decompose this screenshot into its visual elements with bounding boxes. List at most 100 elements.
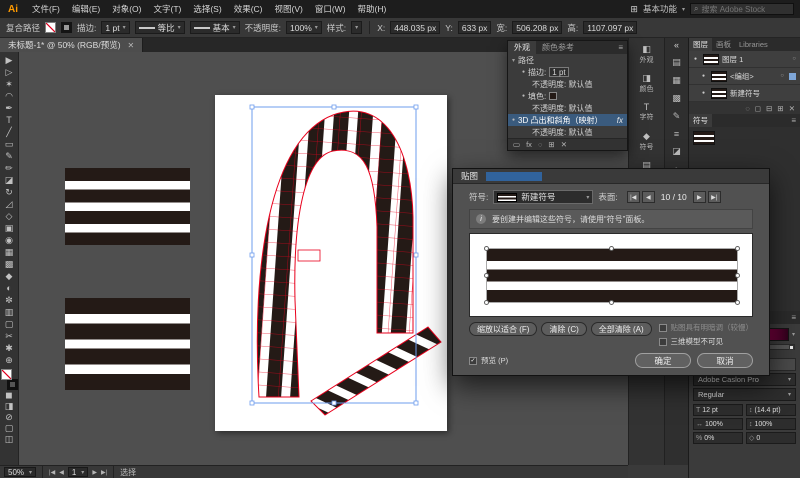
tab-libraries[interactable]: Libraries [735,40,772,49]
make-mask-icon[interactable]: ◻ [755,104,761,113]
striped-artwork-top[interactable] [65,168,190,245]
rectangle-tool[interactable]: ▭ [1,138,18,150]
prev-surface-button[interactable]: ◀ [642,191,655,203]
mapped-3d-artwork[interactable] [215,95,447,431]
fill-none-swatch[interactable] [45,22,56,33]
last-surface-button[interactable]: ▶| [708,191,721,203]
gradient-button[interactable]: ◨ [1,401,18,412]
menu-item[interactable]: 文件(F) [26,3,66,15]
panel-menu-icon[interactable]: ≡ [791,313,800,322]
hand-tool[interactable]: ✱ [1,342,18,354]
style-select[interactable]: ▾ [351,21,362,34]
close-document-icon[interactable]: ✕ [128,41,135,50]
rotate-tool[interactable]: ↻ [1,186,18,198]
workspace-icon[interactable]: ⊞ [630,4,638,15]
mesh-tool[interactable]: ▦ [1,246,18,258]
fill-stroke-indicator[interactable] [1,369,18,390]
menu-item[interactable]: 视图(V) [269,3,309,15]
stock-search[interactable]: ⌕ [690,3,794,15]
stroke-width-box[interactable]: 1 pt [549,67,568,77]
spacing-field[interactable]: % 0% [693,432,743,444]
new-layer-icon[interactable]: ⊞ [777,104,783,113]
handle[interactable] [735,300,740,305]
group-row[interactable]: ● <编组> ○ [689,68,800,85]
font-size-field[interactable]: T 12 pt [693,404,743,416]
zoom-tool[interactable]: ⊕ [1,354,18,366]
pen-tool[interactable]: ✒ [1,102,18,114]
clear-button[interactable]: 清除 (C) [541,322,586,336]
height-field[interactable]: 1107.097 px [583,21,637,34]
opacity-select[interactable]: 100%▾ [286,21,322,34]
delete-item-icon[interactable]: ✕ [561,140,567,149]
expand-panels-icon[interactable]: « [674,40,679,50]
font-style-select[interactable]: Regular ▾ [693,388,796,401]
lasso-tool[interactable]: ◠ [1,90,18,102]
locate-object-icon[interactable]: ◌ [745,104,749,113]
panel-menu-icon[interactable]: ≡ [791,116,800,125]
width-tool[interactable]: ◇ [1,210,18,222]
new-effect-icon[interactable]: fx [526,140,532,149]
next-surface-button[interactable]: ▶ [693,191,706,203]
eyedropper-tool[interactable]: ◆ [1,270,18,282]
layers-panel-icon[interactable]: ▤ [672,57,681,68]
invisible-geometry-checkbox[interactable]: 三维模型不可见 [659,336,754,347]
new-symbol-swatch[interactable] [693,131,715,145]
tab-artboards[interactable]: 画板 [712,39,735,50]
striped-artwork-bottom[interactable] [65,298,190,390]
slice-tool[interactable]: ✂ [1,330,18,342]
handle[interactable] [484,300,489,305]
brush-definition-select[interactable]: 基本▾ [190,21,240,34]
leading-field[interactable]: ↕ (14.4 pt) [746,404,796,416]
line-segment-tool[interactable]: ╱ [1,126,18,138]
handle[interactable] [484,246,489,251]
workspace-switcher[interactable]: 基本功能 [643,3,677,15]
free-transform-tool[interactable]: ▣ [1,222,18,234]
draw-normal-button[interactable]: ▢ [1,423,18,434]
v-scale-field[interactable]: ↕ 100% [746,418,796,430]
eye-icon[interactable]: ● [699,90,708,96]
chevron-down-icon[interactable]: ▾ [512,57,515,64]
appearance-row-fill[interactable]: ● 填色: [508,90,627,102]
swatches-panel-icon[interactable]: ▩ [672,93,681,104]
panel-tab-appearance[interactable]: ◧ 外观 [631,41,663,67]
duplicate-item-icon[interactable]: ⊞ [548,140,554,149]
width-profile-select[interactable]: 等比▾ [135,21,185,34]
gradient-panel-icon[interactable]: ◪ [672,146,681,157]
map-preview-area[interactable] [469,233,753,317]
stroke-color-swatch[interactable] [61,22,72,33]
appearance-row-stroke[interactable]: ● 描边: 1 pt [508,66,627,78]
eye-icon[interactable]: ● [522,93,525,99]
scale-tool[interactable]: ◿ [1,198,18,210]
tab-symbols[interactable]: 符号 [689,114,712,127]
direct-selection-tool[interactable]: ▷ [1,66,18,78]
appearance-row-3d-effect[interactable]: ● 3D 凸出和斜角（映射） fx [508,114,627,126]
panel-tab-color[interactable]: ◨ 颜色 [631,70,663,96]
stroke-indicator[interactable] [7,379,18,390]
fill-none-indicator[interactable] [1,369,12,380]
appearance-row-effect-opacity[interactable]: 不透明度: 默认值 [508,126,627,138]
appearance-row-path[interactable]: ▾ 路径 [508,54,627,66]
fx-icon[interactable]: fx [617,116,623,125]
delete-layer-icon[interactable]: ✕ [789,104,795,113]
handle[interactable] [735,246,740,251]
eraser-tool[interactable]: ◪ [1,174,18,186]
handle[interactable] [609,300,614,305]
column-graph-tool[interactable]: ▥ [1,306,18,318]
stroke-panel-icon[interactable]: ≡ [674,129,679,139]
target-icon[interactable]: ○ [780,73,786,79]
clear-all-button[interactable]: 全部清除 (A) [591,322,652,336]
width-field[interactable]: 506.208 px [512,21,562,34]
cancel-button[interactable]: 取消 [697,353,753,368]
artboard-tool[interactable]: ▢ [1,318,18,330]
handle[interactable] [484,273,489,278]
artboards-panel-icon[interactable]: ▦ [672,75,681,86]
handle[interactable] [735,273,740,278]
search-input[interactable] [701,5,787,14]
menu-item[interactable]: 效果(C) [228,3,269,15]
menu-item[interactable]: 编辑(E) [66,3,106,15]
h-scale-field[interactable]: ↔ 100% [693,418,743,430]
menu-item[interactable]: 帮助(H) [352,3,393,15]
handle[interactable] [609,246,614,251]
fill-color-swatch[interactable] [549,92,557,100]
pencil-tool[interactable]: ✏ [1,162,18,174]
